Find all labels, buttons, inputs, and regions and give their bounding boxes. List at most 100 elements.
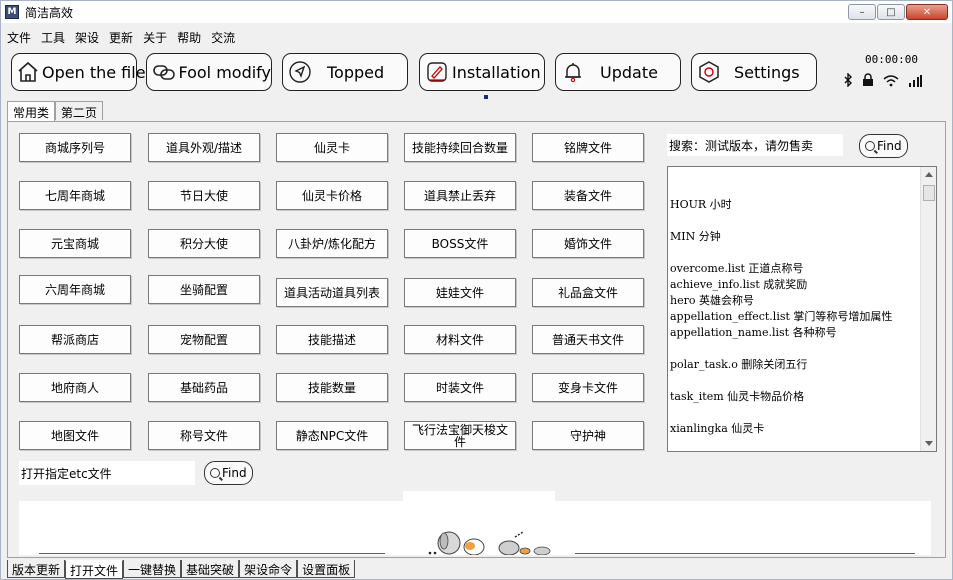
grid-button[interactable]: 守护神 (532, 421, 644, 450)
grid-button[interactable]: 元宝商城 (19, 229, 131, 258)
system-icons (843, 72, 922, 90)
title-bar: M 简洁高效 – □ ✕ (1, 1, 952, 23)
house-icon (16, 59, 40, 85)
tab-settings-panel[interactable]: 设置面板 (297, 560, 356, 578)
grid-button[interactable]: 礼品盒文件 (532, 278, 644, 307)
scroll-thumb[interactable] (923, 185, 935, 201)
notes-line: xianlingka 仙灵卡 (670, 422, 765, 435)
grid-button[interactable]: 八卦炉/炼化配方 (276, 229, 388, 258)
tab-version-update[interactable]: 版本更新 (7, 560, 66, 578)
menu-tools[interactable]: 工具 (35, 29, 69, 46)
scroll-up-icon[interactable] (925, 172, 933, 177)
topped-button[interactable]: Topped (282, 53, 408, 91)
settings-button[interactable]: Settings (691, 53, 817, 91)
grid-button[interactable]: 道具外观/描述 (148, 133, 260, 162)
main-window: M 简洁高效 – □ ✕ 文件 工具 架设 更新 关于 帮助 交流 Open t… (0, 0, 953, 580)
notes-line: hero 英雄会称号 (670, 294, 754, 307)
pencil-square-icon (424, 59, 450, 85)
notes-line (670, 405, 918, 421)
settings-label: Settings (734, 62, 800, 82)
grid-button[interactable]: 静态NPC文件 (276, 421, 388, 450)
file-notes-textarea[interactable]: HOUR 小时 MIN 分钟 overcome.list 正道点称号 achie… (667, 166, 937, 452)
search-find-button[interactable]: Find (859, 134, 908, 158)
menu-update[interactable]: 更新 (103, 29, 137, 46)
menu-about[interactable]: 关于 (137, 29, 171, 46)
clock-readout: 00:00:00 (865, 53, 918, 66)
window-title: 简洁高效 (25, 5, 74, 20)
grid-button[interactable]: 帮派商店 (19, 325, 131, 354)
grid-button[interactable]: 坐骑配置 (148, 275, 260, 304)
open-file-button[interactable]: Open the file (11, 53, 146, 91)
grid-button[interactable]: 道具活动道具列表 (276, 278, 388, 307)
grid-button[interactable]: 变身卡文件 (532, 373, 644, 402)
minimize-button[interactable]: – (848, 4, 876, 20)
tab-page-two[interactable]: 第二页 (55, 101, 104, 120)
grid-button[interactable]: 婚饰文件 (532, 229, 644, 258)
grid-button[interactable]: 技能持续回合数量 (404, 133, 516, 162)
maximize-icon: □ (886, 6, 896, 18)
grid-button[interactable]: BOSS文件 (404, 229, 516, 258)
menu-communicate[interactable]: 交流 (205, 29, 239, 46)
grid-button[interactable]: 地府商人 (19, 373, 131, 402)
status-area: 00:00:00 (837, 53, 945, 93)
grid-button[interactable]: 地图文件 (19, 421, 131, 450)
grid-button[interactable]: 宠物配置 (148, 325, 260, 354)
menu-help[interactable]: 帮助 (171, 29, 205, 46)
grid-button[interactable]: 七周年商城 (19, 181, 131, 210)
divider-line (39, 553, 385, 554)
cute-animals-illustration-icon (428, 531, 551, 555)
menu-file[interactable]: 文件 (1, 29, 35, 46)
menu-setup[interactable]: 架设 (69, 29, 103, 46)
grid-button[interactable]: 铭牌文件 (532, 133, 644, 162)
grid-button[interactable]: 六周年商城 (19, 275, 131, 304)
grid-button[interactable]: 普通天书文件 (532, 325, 644, 354)
bluetooth-icon (843, 72, 853, 90)
search-icon (210, 468, 220, 478)
etc-find-button[interactable]: Find (204, 461, 253, 485)
etc-file-input[interactable] (19, 461, 195, 485)
grid-button[interactable]: 仙灵卡价格 (276, 181, 388, 210)
update-button[interactable]: Update (555, 53, 681, 91)
close-button[interactable]: ✕ (906, 4, 948, 20)
notes-line (670, 181, 918, 197)
grid-button[interactable]: 节日大使 (148, 181, 260, 210)
grid-button[interactable]: 称号文件 (148, 421, 260, 450)
grid-button[interactable]: 时装文件 (404, 373, 516, 402)
update-label: Update (600, 62, 658, 82)
menu-bar: 文件 工具 架设 更新 关于 帮助 交流 (1, 27, 240, 47)
bottom-tab-strip: 版本更新 打开文件 一键替换 基础突破 架设命令 设置面板 (7, 560, 356, 579)
center-marker (484, 95, 488, 99)
grid-button[interactable]: 积分大使 (148, 229, 260, 258)
grid-button[interactable]: 技能数量 (276, 373, 388, 402)
grid-button[interactable]: 飞行法宝御天梭文件 (404, 421, 516, 450)
notes-line: appellation_name.list 各种称号 (670, 326, 837, 339)
scroll-down-icon[interactable] (925, 441, 933, 446)
notes-scrollbar[interactable] (920, 167, 936, 451)
grid-button[interactable]: 材料文件 (404, 325, 516, 354)
tab-open-file[interactable]: 打开文件 (65, 560, 124, 579)
grid-button[interactable]: 装备文件 (532, 181, 644, 210)
grid-button[interactable]: 娃娃文件 (404, 278, 516, 307)
wifi-icon (883, 75, 899, 90)
maximize-button[interactable]: □ (877, 4, 905, 20)
notes-line: HOUR 小时 (670, 198, 732, 211)
signal-bars-icon (908, 75, 922, 90)
grid-button[interactable]: 仙灵卡 (276, 133, 388, 162)
tab-common[interactable]: 常用类 (7, 101, 56, 121)
tab-one-click-replace[interactable]: 一键替换 (123, 560, 182, 578)
lock-icon (862, 73, 874, 90)
search-notice-label: 搜索：测试版本，请勿售卖 (667, 134, 843, 156)
grid-button[interactable]: 基础药品 (148, 373, 260, 402)
grid-button[interactable]: 技能描述 (276, 325, 388, 354)
grid-button[interactable]: 商城序列号 (19, 133, 131, 162)
window-controls: – □ ✕ (848, 4, 948, 20)
mascot-area (19, 501, 931, 555)
notes-line: appellation_effect.list 掌门等称号增加属性 (670, 310, 893, 323)
close-icon: ✕ (922, 6, 932, 18)
tab-basic-breakthrough[interactable]: 基础突破 (181, 560, 240, 578)
grid-button[interactable]: 道具禁止丢弃 (404, 181, 516, 210)
tab-setup-commands[interactable]: 架设命令 (239, 560, 298, 578)
fool-modify-button[interactable]: Fool modify (146, 53, 272, 91)
notes-line (670, 341, 918, 357)
installation-button[interactable]: Installation (419, 53, 545, 91)
